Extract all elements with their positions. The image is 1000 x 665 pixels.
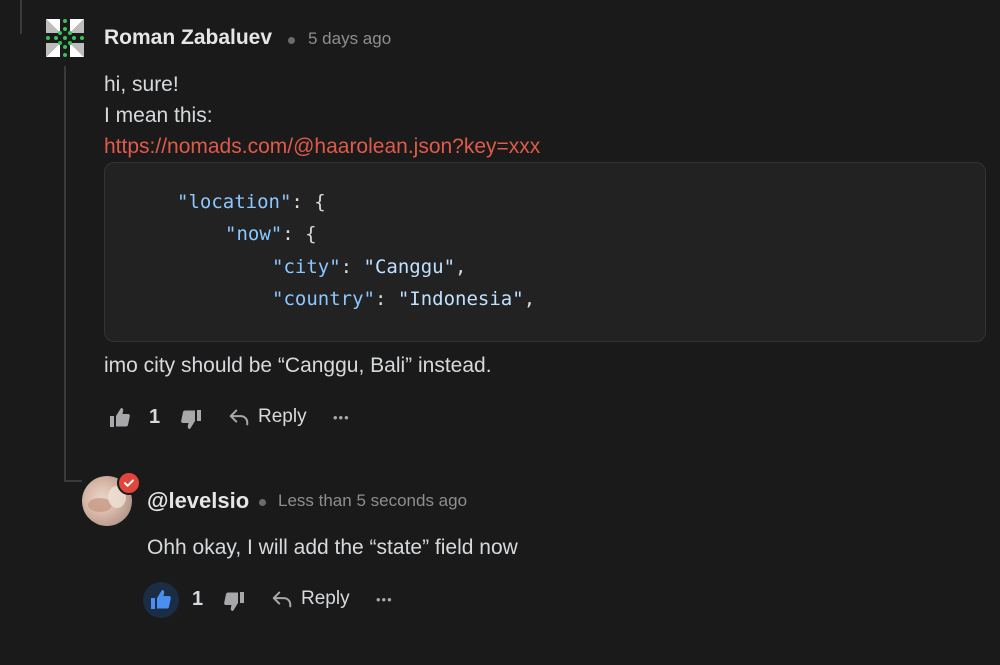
comment2-time[interactable]: Less than 5 seconds ago bbox=[278, 491, 467, 511]
code-line-2: "now": { bbox=[225, 223, 317, 245]
code-punct: : bbox=[374, 288, 398, 310]
reply-label: Reply bbox=[301, 588, 350, 609]
more-icon[interactable]: ••• bbox=[376, 592, 393, 607]
code-line-3: "city": "Canggu", bbox=[272, 256, 467, 278]
thumbs-down-icon[interactable] bbox=[222, 589, 246, 613]
comment1-time[interactable]: 5 days ago bbox=[308, 29, 391, 49]
more-icon[interactable]: ••• bbox=[333, 410, 350, 425]
code-block: "location": { "now": { "city": "Canggu",… bbox=[104, 162, 986, 342]
logo-icon[interactable] bbox=[44, 17, 86, 59]
comment1-line1: hi, sure! bbox=[104, 73, 179, 96]
reply-label: Reply bbox=[258, 406, 307, 427]
code-punct: : { bbox=[282, 223, 317, 245]
separator-dot bbox=[259, 499, 266, 506]
comment1-after: imo city should be “Canggu, Bali” instea… bbox=[104, 354, 492, 377]
code-punct: : bbox=[340, 256, 364, 278]
comment1-link[interactable]: https://nomads.com/@haarolean.json?key=x… bbox=[104, 135, 540, 159]
code-punct: , bbox=[455, 256, 467, 278]
comment1-like-count: 1 bbox=[149, 406, 161, 428]
separator-dot bbox=[288, 37, 295, 44]
comment1-line2: I mean this: bbox=[104, 104, 213, 127]
code-value: "Indonesia" bbox=[397, 288, 524, 310]
code-key: "location" bbox=[177, 191, 292, 213]
comment2-text: Ohh okay, I will add the “state” field n… bbox=[147, 536, 518, 559]
reply-arrow-icon bbox=[228, 406, 250, 428]
code-punct: , bbox=[523, 288, 536, 310]
comment2-author[interactable]: @levelsio bbox=[147, 488, 249, 514]
code-value: "Canggu" bbox=[363, 256, 456, 278]
thread-line-comment1 bbox=[64, 66, 66, 482]
thumbs-down-icon[interactable] bbox=[179, 407, 203, 431]
reply-arrow-icon bbox=[271, 588, 293, 610]
code-key: "country" bbox=[272, 288, 375, 310]
comment1-author[interactable]: Roman Zabaluev bbox=[104, 26, 272, 50]
verified-badge-icon bbox=[117, 471, 141, 495]
code-punct: : { bbox=[291, 191, 326, 213]
code-key: "city" bbox=[272, 256, 341, 278]
code-line-1: "location": { bbox=[177, 191, 326, 213]
comment1-reply-button[interactable]: Reply bbox=[228, 406, 307, 428]
code-key: "now" bbox=[225, 223, 283, 245]
thread-line-branch bbox=[64, 480, 82, 482]
thread-line-top bbox=[20, 0, 22, 34]
thumbs-up-icon[interactable] bbox=[143, 582, 179, 618]
comment2-reply-button[interactable]: Reply bbox=[271, 588, 350, 610]
thumbs-up-icon[interactable] bbox=[108, 406, 132, 430]
code-line-4: "country": "Indonesia", bbox=[272, 288, 535, 310]
comment2-like-count: 1 bbox=[192, 588, 204, 610]
